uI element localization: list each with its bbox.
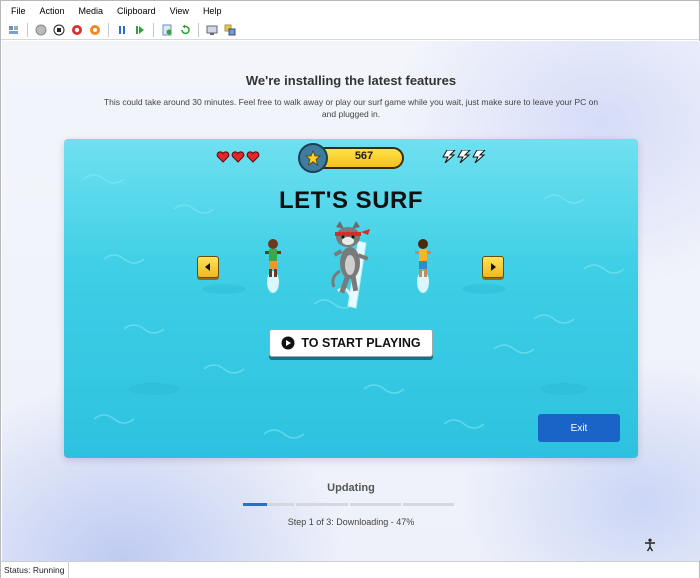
checkpoint-icon[interactable] (160, 23, 174, 37)
exit-button[interactable]: Exit (538, 414, 620, 442)
star-icon (298, 143, 328, 173)
toolbar-separator (108, 22, 109, 37)
toolbar (1, 20, 699, 40)
menu-help[interactable]: Help (196, 6, 229, 16)
enhanced-session-icon[interactable] (205, 23, 219, 37)
accessibility-icon[interactable] (643, 538, 657, 552)
previous-character-button[interactable] (197, 256, 219, 278)
status-bar: Status: Running (1, 561, 699, 578)
step-status-text: Step 1 of 3: Downloading - 47% (287, 517, 415, 527)
resume-icon[interactable] (133, 23, 147, 37)
lives-hearts (216, 151, 260, 163)
toolbar-separator (27, 22, 28, 37)
arrow-right-icon (491, 263, 496, 271)
boost-bolts (442, 150, 486, 163)
toolbar-separator (153, 22, 154, 37)
play-icon (281, 336, 295, 350)
arrow-left-icon (205, 263, 210, 271)
menu-clipboard[interactable]: Clipboard (110, 6, 163, 16)
next-character-button[interactable] (482, 256, 504, 278)
menu-bar: File Action Media Clipboard View Help (1, 1, 699, 20)
lightning-icon (472, 150, 486, 163)
save-icon[interactable] (88, 23, 102, 37)
ctrl-alt-del-icon[interactable] (7, 23, 21, 37)
start-playing-button[interactable]: TO START PLAYING (269, 329, 433, 357)
menu-file[interactable]: File (1, 6, 33, 16)
start-icon[interactable] (34, 23, 48, 37)
updating-heading: Updating (327, 482, 375, 494)
turn-off-icon[interactable] (52, 23, 66, 37)
menu-view[interactable]: View (163, 6, 196, 16)
heart-icon (231, 151, 245, 163)
setup-subtitle: This could take around 30 minutes. Feel … (103, 97, 599, 119)
toolbar-separator (198, 22, 199, 37)
lightning-icon (442, 150, 456, 163)
menu-media[interactable]: Media (72, 6, 111, 16)
pause-icon[interactable] (115, 23, 129, 37)
progress-segment (296, 503, 348, 506)
progress-segment (349, 503, 401, 506)
setup-title: We're installing the latest features (245, 73, 457, 88)
cat-surfer-character (331, 221, 370, 309)
game-title: LET'S SURF (278, 187, 424, 214)
shut-down-icon[interactable] (70, 23, 84, 37)
status-text: Status: Running (1, 562, 70, 578)
heart-icon (246, 151, 260, 163)
score-value: 567 (354, 150, 374, 162)
progress-segment (243, 503, 295, 506)
share-icon[interactable] (223, 23, 237, 37)
menu-action[interactable]: Action (33, 6, 72, 16)
heart-icon (216, 151, 230, 163)
revert-icon[interactable] (178, 23, 192, 37)
vm-window: File Action Media Clipboard View Help We… (0, 0, 700, 578)
surf-game-panel[interactable]: 567 LET'S SURF TO START PLAYING Exit (64, 139, 638, 458)
progress-segment (402, 503, 454, 506)
setup-screen: We're installing the latest features Thi… (2, 41, 700, 561)
start-playing-label: TO START PLAYING (301, 336, 421, 350)
surfer-character-left (265, 239, 281, 293)
progress-bar (243, 503, 454, 506)
lightning-icon (457, 150, 471, 163)
surfer-character-right (415, 239, 431, 293)
